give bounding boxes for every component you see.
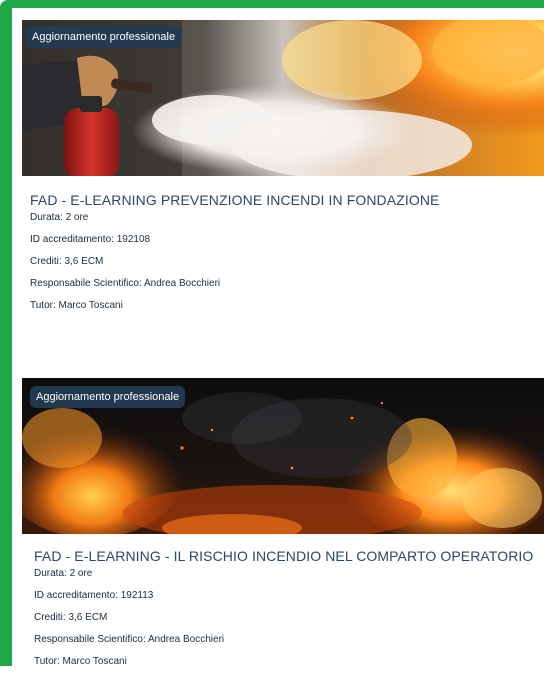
accreditation-id-row: ID accreditamento: 192108 — [30, 234, 544, 246]
scientific-lead-row: Responsabile Scientifico: Andrea Bocchie… — [34, 634, 544, 646]
credits-row: Crediti: 3,6 ECM — [30, 256, 544, 268]
course-title[interactable]: FAD - E-LEARNING - IL RISCHIO INCENDIO N… — [34, 548, 544, 564]
bottom-edge — [0, 666, 544, 675]
course-image-extinguisher[interactable]: Aggiornamento professionale — [22, 20, 544, 176]
duration-row: Durata: 2 ore — [34, 568, 544, 580]
scientific-lead-label: Responsabile Scientifico: — [30, 278, 142, 289]
credits-row: Crediti: 3,6 ECM — [34, 612, 544, 624]
accreditation-id-value: 192108 — [116, 234, 151, 245]
course-image-flames[interactable]: Aggiornamento professionale — [22, 378, 544, 534]
credits-label: Crediti: — [34, 612, 66, 623]
credits-label: Crediti: — [30, 256, 62, 267]
accreditation-id-row: ID accreditamento: 192113 — [34, 590, 544, 602]
tutor-value: Marco Toscani — [58, 300, 123, 311]
tutor-row: Tutor: Marco Toscani — [30, 300, 544, 312]
duration-value: 2 ore — [69, 568, 93, 579]
course-title[interactable]: FAD - E-LEARNING PREVENZIONE INCENDI IN … — [30, 192, 544, 208]
credits-value: 3,6 ECM — [68, 612, 108, 623]
scientific-lead-value: Andrea Bocchieri — [143, 278, 221, 289]
duration-label: Durata: — [30, 212, 63, 223]
category-badge: Aggiornamento professionale — [26, 26, 182, 48]
duration-label: Durata: — [34, 568, 67, 579]
scientific-lead-label: Responsabile Scientifico: — [34, 634, 146, 645]
scientific-lead-value: Andrea Bocchieri — [147, 634, 225, 645]
duration-row: Durata: 2 ore — [30, 212, 544, 224]
accreditation-id-label: ID accreditamento: — [30, 234, 114, 245]
scientific-lead-row: Responsabile Scientifico: Andrea Bocchie… — [30, 278, 544, 290]
course-card[interactable]: Aggiornamento professionale FAD - E-LEAR… — [22, 20, 544, 360]
course-card[interactable]: Aggiornamento professionale FAD - E-LEAR… — [22, 378, 544, 668]
category-badge: Aggiornamento professionale — [30, 386, 186, 408]
tutor-label: Tutor: — [30, 300, 56, 311]
credits-value: 3,6 ECM — [64, 256, 104, 267]
duration-value: 2 ore — [65, 212, 89, 223]
accreditation-id-label: ID accreditamento: — [34, 590, 118, 601]
accreditation-id-value: 192113 — [120, 590, 154, 601]
